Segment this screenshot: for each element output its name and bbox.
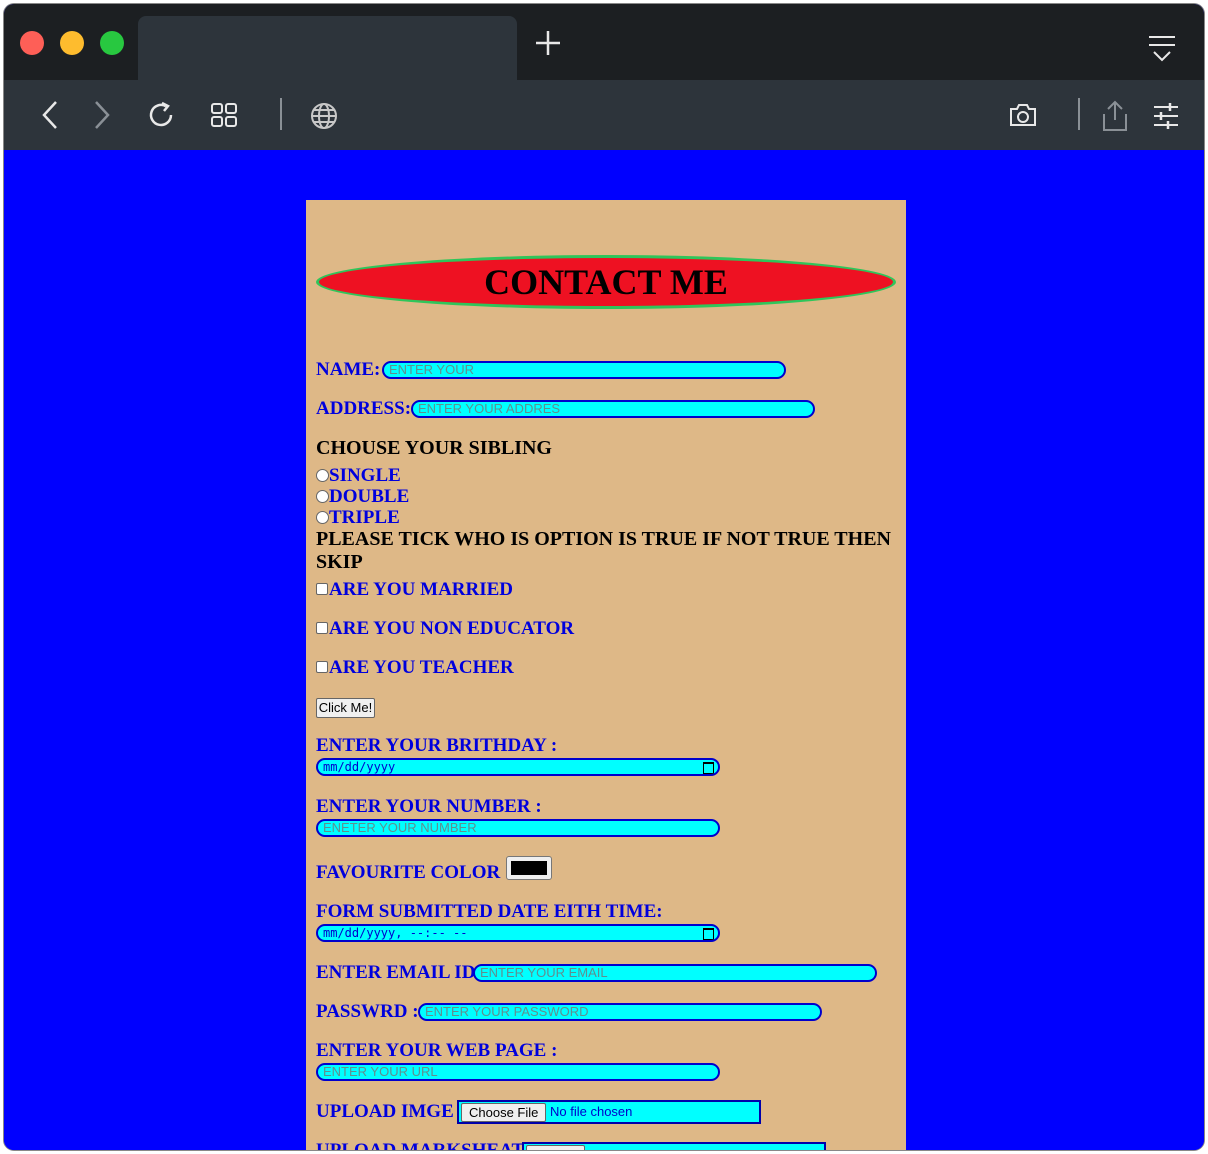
globe-icon[interactable] — [310, 102, 338, 130]
webpage-label: ENTER YOUR WEB PAGE : — [316, 1040, 558, 1061]
settings-sliders-icon[interactable] — [1152, 102, 1180, 130]
number-input[interactable]: ENETER YOUR NUMBER — [316, 819, 720, 837]
birthday-date-value: mm/dd/yyyy — [323, 760, 396, 774]
color-label: FAVOURITE COLOR : — [316, 862, 512, 883]
password-input[interactable]: ENTER YOUR PASSWORD — [418, 1003, 822, 1021]
sibling-heading: CHOUSE YOUR SIBLING — [316, 437, 552, 459]
active-tab[interactable] — [138, 16, 517, 80]
checkbox-teacher-label: ARE YOU TEACHER — [329, 657, 514, 678]
calendar-icon[interactable] — [703, 762, 714, 774]
webpage-input[interactable]: ENTER YOUR URL — [316, 1063, 720, 1081]
title-bar — [4, 4, 1204, 80]
click-me-button[interactable]: Click Me! — [316, 698, 375, 718]
name-input[interactable]: ENTER YOUR — [382, 361, 786, 379]
number-label: ENTER YOUR NUMBER : — [316, 796, 542, 817]
file-status: No file chosen — [550, 1104, 633, 1119]
checkbox-married[interactable] — [316, 583, 328, 595]
calendar-icon[interactable] — [703, 928, 714, 940]
page-viewport: CONTACT ME NAME: ENTER YOUR ADDRESS: ENT… — [4, 150, 1204, 1150]
radio-single[interactable] — [316, 469, 329, 482]
birthday-date-input[interactable]: mm/dd/yyyy — [316, 758, 720, 776]
marksheet-file-input[interactable] — [522, 1142, 826, 1150]
back-arrow-icon[interactable] — [40, 100, 60, 130]
color-picker[interactable] — [506, 856, 552, 880]
share-icon[interactable] — [1100, 100, 1130, 132]
address-input[interactable]: ENTER YOUR ADDRES — [411, 400, 815, 418]
password-label: PASSWRD : — [316, 1001, 419, 1022]
choose-file-button[interactable] — [526, 1145, 586, 1150]
choose-file-button[interactable]: Choose File — [461, 1103, 547, 1122]
birthday-label: ENTER YOUR BRITHDAY : — [316, 735, 558, 756]
checkbox-non-educator[interactable] — [316, 622, 328, 634]
radio-single-label: SINGLE — [329, 465, 401, 486]
browser-window: CONTACT ME NAME: ENTER YOUR ADDRESS: ENT… — [4, 4, 1204, 1150]
address-label: ADDRESS: — [316, 398, 412, 419]
close-window-button[interactable] — [20, 31, 44, 55]
tab-grid-icon[interactable] — [210, 102, 238, 128]
email-label: ENTER EMAIL ID: — [316, 962, 482, 983]
image-upload-label: UPLOAD IMGE : — [316, 1101, 465, 1122]
marksheet-upload-label: UPLOAD MARKSHEAT : — [316, 1140, 535, 1150]
name-label: NAME: — [316, 359, 381, 380]
page-title: CONTACT ME — [484, 262, 728, 302]
radio-double-label: DOUBLE — [329, 486, 410, 507]
radio-double[interactable] — [316, 490, 329, 503]
browser-toolbar — [4, 80, 1204, 150]
submitted-label: FORM SUBMITTED DATE EITH TIME: — [316, 901, 663, 922]
reload-icon[interactable] — [146, 100, 176, 130]
tab-menu-icon[interactable] — [1148, 34, 1176, 64]
email-input[interactable]: ENTER YOUR EMAIL — [473, 964, 877, 982]
color-swatch — [511, 861, 547, 875]
tick-heading: PLEASE TICK WHO IS OPTION IS TRUE IF NOT… — [316, 528, 891, 573]
radio-triple-label: TRIPLE — [329, 507, 400, 528]
maximize-window-button[interactable] — [100, 31, 124, 55]
title-banner: CONTACT ME — [316, 255, 896, 309]
image-file-input[interactable]: Choose File No file chosen — [457, 1100, 761, 1124]
toolbar-divider — [280, 98, 282, 130]
checkbox-teacher[interactable] — [316, 661, 328, 673]
camera-icon[interactable] — [1008, 102, 1038, 128]
minimize-window-button[interactable] — [60, 31, 84, 55]
submitted-datetime-value: mm/dd/yyyy, --:-- -- — [323, 926, 468, 940]
checkbox-married-label: ARE YOU MARRIED — [329, 579, 514, 600]
checkbox-non-educator-label: ARE YOU NON EDUCATOR — [329, 618, 575, 639]
radio-triple[interactable] — [316, 511, 329, 524]
contact-form: CONTACT ME NAME: ENTER YOUR ADDRESS: ENT… — [306, 200, 906, 1150]
new-tab-plus-icon[interactable] — [535, 30, 561, 56]
toolbar-divider — [1078, 98, 1080, 130]
forward-arrow-icon[interactable] — [92, 100, 112, 130]
submitted-datetime-input[interactable]: mm/dd/yyyy, --:-- -- — [316, 924, 720, 942]
